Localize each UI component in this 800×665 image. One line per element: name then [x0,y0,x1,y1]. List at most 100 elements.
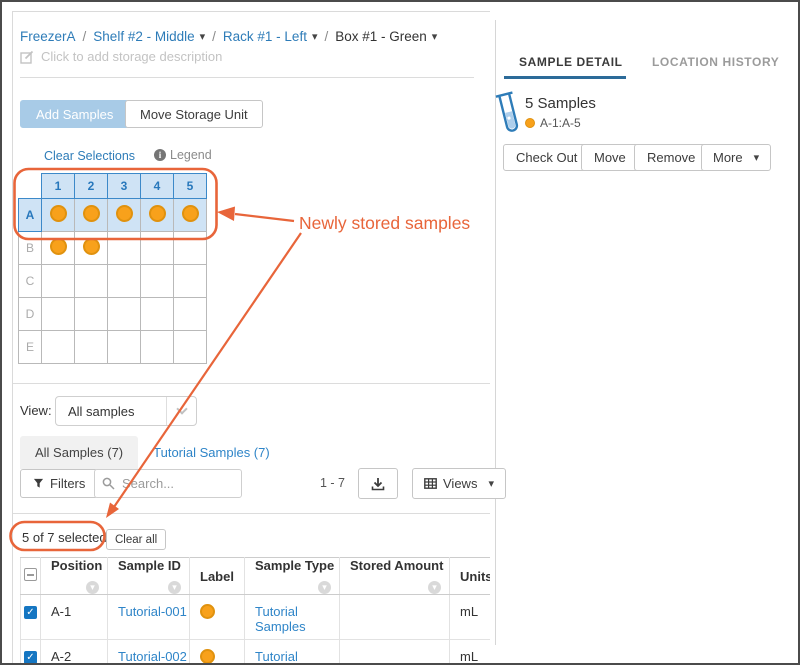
chevron-down-icon [488,477,494,490]
search-field [94,469,242,498]
view-select[interactable]: All samples [55,396,197,426]
box-cell[interactable] [42,265,75,298]
tab-tutorial-samples[interactable]: Tutorial Samples (7) [153,445,270,460]
selection-status: 5 of 7 selected [22,530,107,545]
box-cell[interactable] [174,298,207,331]
divider [13,513,490,514]
cell-label [190,640,245,665]
views-button[interactable]: Views [412,468,506,499]
breadcrumb-box-current: Box #1 - Green [335,29,427,44]
samples-table-container: Position Sample ID Label Sample Type Sto… [20,557,490,665]
box-cell[interactable] [42,232,75,265]
row-checkbox[interactable] [24,606,37,619]
box-cell[interactable] [141,265,174,298]
box-cell[interactable] [75,199,108,232]
box-cell[interactable] [108,232,141,265]
chevron-down-icon[interactable] [200,30,206,43]
row-checkbox[interactable] [24,651,37,664]
chevron-down-icon[interactable] [312,30,318,43]
box-cell[interactable] [42,298,75,331]
pagination-range: 1 - 7 [320,476,345,490]
breadcrumb-rack-link[interactable]: Rack #1 - Left [223,29,307,44]
box-grid-row: B [19,232,207,265]
clear-all-button[interactable]: Clear all [106,529,166,550]
column-menu-icon[interactable] [168,581,181,594]
search-input[interactable] [94,469,242,498]
box-grid-row: C [19,265,207,298]
box-row-header[interactable]: D [19,298,42,331]
sample-id-link[interactable]: Tutorial-001 [118,604,187,619]
box-column-header[interactable]: 5 [174,174,207,199]
freezer-storage-page: FreezerA/Shelf #2 - Middle/Rack #1 - Lef… [0,0,800,665]
box-cell[interactable] [174,232,207,265]
clear-selections-link[interactable]: Clear Selections [44,149,135,163]
filters-button[interactable]: Filters [20,469,98,498]
sample-type-tabs: All Samples (7) Tutorial Samples (7) [20,436,270,469]
column-header-stored-amount: Stored Amount [340,558,450,595]
sample-dot [525,118,535,128]
box-row-header[interactable]: A [19,199,42,232]
box-column-header[interactable]: 1 [42,174,75,199]
more-button[interactable]: More [701,144,771,171]
box-cell[interactable] [141,199,174,232]
view-label: View: [20,403,52,418]
select-all-checkbox[interactable] [24,568,37,581]
move-button[interactable]: Move [581,144,639,171]
tab-location-history[interactable]: LOCATION HISTORY [652,55,779,69]
column-menu-icon[interactable] [86,581,99,594]
sample-dot [116,205,133,222]
sample-type-link[interactable]: Tutorial Samples [255,604,306,634]
box-cell[interactable] [174,199,207,232]
box-column-header[interactable]: 3 [108,174,141,199]
table-grid-icon [424,478,437,489]
annotation-newly-stored-samples: Newly stored samples [299,213,470,234]
column-header-sample-id: Sample ID [108,558,190,595]
edit-pencil-icon [20,50,34,64]
sample-type-link[interactable]: Tutorial Samples [255,649,306,665]
box-cell[interactable] [108,298,141,331]
add-samples-button[interactable]: Add Samples [20,100,129,128]
export-button[interactable] [358,468,398,499]
check-out-button[interactable]: Check Out [503,144,590,171]
box-cell[interactable] [75,298,108,331]
box-cell[interactable] [75,331,108,364]
remove-button[interactable]: Remove [634,144,708,171]
box-row-header[interactable]: B [19,232,42,265]
column-menu-icon[interactable] [318,581,331,594]
breadcrumb-freezer-link[interactable]: FreezerA [20,29,76,44]
box-cell[interactable] [42,199,75,232]
legend-toggle[interactable]: i Legend [154,148,212,162]
tab-all-samples[interactable]: All Samples (7) [20,436,138,469]
box-row-header[interactable]: C [19,265,42,298]
selected-samples-range: A-1:A-5 [525,116,581,130]
sample-dot [83,205,100,222]
move-storage-unit-button[interactable]: Move Storage Unit [125,100,263,128]
box-column-header[interactable]: 4 [141,174,174,199]
box-grid-corner [19,174,42,199]
box-cell[interactable] [108,331,141,364]
sample-dot [200,649,215,664]
breadcrumb-separator: / [212,29,216,44]
storage-description-field[interactable]: Click to add storage description [20,49,222,64]
box-column-header[interactable]: 2 [75,174,108,199]
active-tab-underline [504,76,626,79]
box-cell[interactable] [108,199,141,232]
box-row-header[interactable]: E [19,331,42,364]
box-cell[interactable] [174,331,207,364]
box-cell[interactable] [141,298,174,331]
box-cell[interactable] [108,265,141,298]
box-cell[interactable] [75,265,108,298]
tab-sample-detail[interactable]: SAMPLE DETAIL [519,55,623,69]
box-cell[interactable] [75,232,108,265]
box-cell[interactable] [174,265,207,298]
sample-id-link[interactable]: Tutorial-002 [118,649,187,664]
box-cell[interactable] [141,331,174,364]
cell-stored-amount [340,640,450,665]
box-cell[interactable] [141,232,174,265]
box-grid-row: E [19,331,207,364]
filter-funnel-icon [33,478,44,489]
column-menu-icon[interactable] [428,581,441,594]
box-cell[interactable] [42,331,75,364]
chevron-down-icon[interactable] [432,30,438,43]
breadcrumb-shelf-link[interactable]: Shelf #2 - Middle [93,29,194,44]
